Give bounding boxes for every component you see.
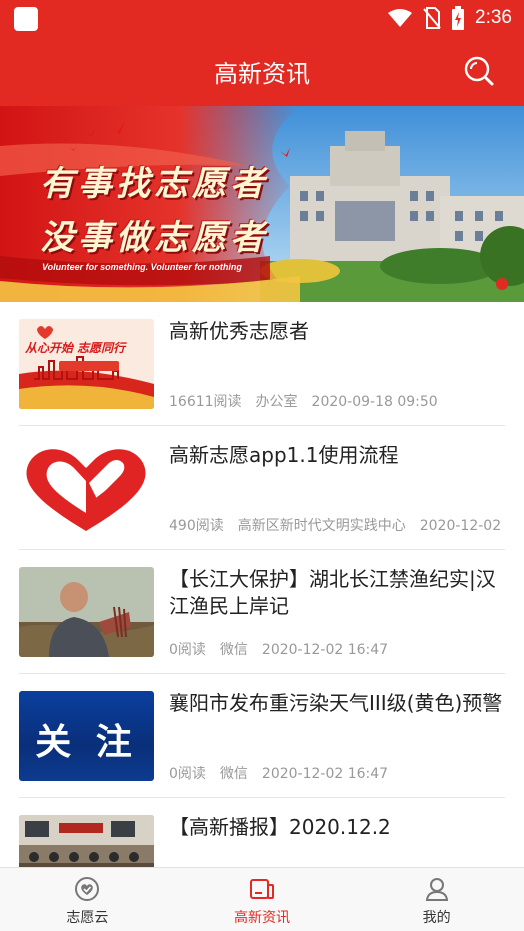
news-meta: 490阅读 高新区新时代文明实践中心 2020-12-02	[169, 515, 514, 535]
person-icon	[425, 878, 448, 901]
nav-label: 我的	[422, 910, 451, 926]
notification-icon	[14, 7, 38, 31]
search-icon	[464, 56, 494, 86]
news-thumbnail	[19, 567, 154, 657]
nav-item-volunteer-cloud[interactable]: 志愿云	[0, 868, 175, 931]
news-item[interactable]: 高新志愿app1.1使用流程 490阅读 高新区新时代文明实践中心 2020-12-…	[0, 426, 524, 550]
thumbnail-caption: 关 注	[35, 721, 138, 763]
news-thumbnail	[19, 443, 154, 533]
news-title: 【长江大保护】湖北长江禁渔纪实|汉江渔民上岸记	[169, 567, 496, 618]
news-list: 从心开始 志愿同行 高新优秀志愿者 16611阅读 办公室 2020-09-18 0…	[0, 302, 524, 867]
carousel-indicator[interactable]	[496, 278, 508, 290]
news-item[interactable]: 【高新播报】2020.12.2	[0, 798, 524, 867]
news-source: 微信	[219, 766, 248, 782]
status-bar: 2:36	[0, 0, 524, 36]
nav-item-news[interactable]: 高新资讯	[175, 868, 350, 931]
nav-label: 志愿云	[66, 910, 109, 926]
news-thumbnail: 从心开始 志愿同行	[19, 319, 154, 409]
news-meta: 0阅读 微信 2020-12-02 16:47	[169, 639, 514, 659]
news-date: 2020-09-18 09:50	[311, 394, 438, 410]
news-title: 高新志愿app1.1使用流程	[169, 443, 399, 467]
news-thumbnail	[19, 815, 154, 867]
news-meta: 0阅读 微信 2020-12-02 16:47	[169, 763, 514, 783]
news-item[interactable]: 从心开始 志愿同行 高新优秀志愿者 16611阅读 办公室 2020-09-18 0…	[0, 302, 524, 426]
battery-charging-icon	[452, 6, 465, 30]
status-icons: 2:36	[387, 6, 512, 30]
banner-slogan-line1: 有事找志愿者	[40, 164, 268, 204]
app-header: 高新资讯	[0, 36, 524, 106]
news-source: 办公室	[255, 394, 298, 410]
news-icon	[250, 879, 274, 899]
search-button[interactable]	[462, 54, 496, 88]
wifi-icon	[388, 9, 413, 27]
thumbnail-caption: 从心开始 志愿同行	[25, 341, 126, 355]
news-thumbnail: 关 注	[19, 691, 154, 781]
no-sim-icon	[423, 7, 441, 29]
news-title: 【高新播报】2020.12.2	[169, 815, 391, 839]
news-meta: 16611阅读 办公室 2020-09-18 09:50	[169, 391, 514, 411]
status-time: 2:36	[475, 7, 512, 28]
nav-item-profile[interactable]: 我的	[349, 868, 524, 931]
read-count: 0阅读	[169, 766, 206, 782]
news-source: 微信	[219, 642, 248, 658]
banner-carousel[interactable]: 有事找志愿者 没事做志愿者 Volunteer for something. V…	[0, 106, 524, 302]
news-title: 高新优秀志愿者	[169, 319, 309, 343]
page-title: 高新资讯	[214, 60, 310, 88]
news-source: 高新区新时代文明实践中心	[237, 518, 406, 534]
read-count: 490阅读	[169, 518, 224, 534]
news-title: 襄阳市发布重污染天气III级(黄色)预警	[169, 691, 503, 715]
heart-check-icon	[75, 877, 100, 901]
banner-slogan-line2: 没事做志愿者	[40, 218, 268, 258]
news-item[interactable]: 关 注 襄阳市发布重污染天气III级(黄色)预警 0阅读 微信 2020-12-02…	[0, 674, 524, 798]
read-count: 0阅读	[169, 642, 206, 658]
banner-subtitle: Volunteer for something. Volunteer for n…	[42, 262, 242, 272]
nav-label: 高新资讯	[234, 910, 290, 926]
bottom-nav: 志愿云 高新资讯 我的	[0, 867, 524, 931]
news-date: 2020-12-02	[419, 518, 502, 534]
read-count: 16611阅读	[169, 394, 242, 410]
news-date: 2020-12-02 16:47	[261, 766, 389, 782]
news-date: 2020-12-02 16:47	[261, 642, 389, 658]
news-item[interactable]: 【长江大保护】湖北长江禁渔纪实|汉江渔民上岸记 0阅读 微信 2020-12-02 …	[0, 550, 524, 674]
